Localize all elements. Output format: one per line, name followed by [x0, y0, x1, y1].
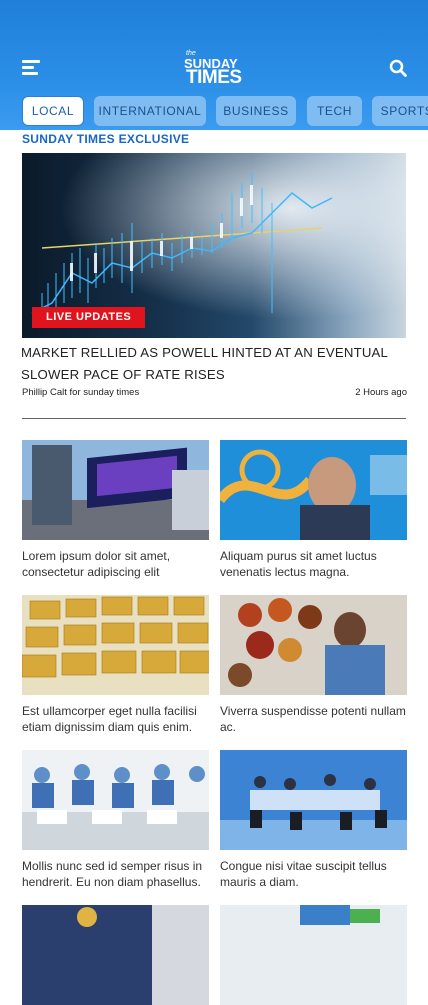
tab-tech[interactable]: TECH [307, 96, 362, 126]
featured-byline: Phillip Calt for sunday times [22, 387, 140, 398]
article-image [220, 595, 407, 695]
featured-time: 2 Hours ago [355, 387, 407, 398]
article-card[interactable]: Congue nisi vitae suscipit tellus mauris… [220, 750, 407, 890]
article-card[interactable]: Aliquam purus sit amet luctus venenatis … [220, 440, 407, 580]
article-card[interactable]: Est ullamcorper eget nulla facilisi etia… [22, 595, 209, 735]
article-card[interactable]: Viverra suspendisse potenti nullam ac. [220, 595, 407, 735]
divider [22, 418, 406, 419]
search-icon[interactable] [389, 59, 407, 77]
tab-business[interactable]: BUSINESS [216, 96, 296, 126]
article-image [22, 595, 209, 695]
article-card[interactable] [220, 905, 407, 1005]
article-card[interactable]: Lorem ipsum dolor sit amet, consectetur … [22, 440, 209, 580]
article-card[interactable] [22, 905, 209, 1005]
app-header: the SUNDAY TIMES LOCAL INTERNATIONAL BUS… [0, 0, 428, 130]
featured-headline[interactable]: MARKET RELLIED AS POWELL HINTED AT AN EV… [21, 342, 406, 386]
article-image [22, 750, 209, 850]
article-image [220, 440, 407, 540]
sunday-times-logo[interactable]: the SUNDAY TIMES [178, 50, 250, 90]
tab-sports[interactable]: SPORTS [372, 96, 428, 126]
article-caption: Mollis nunc sed id semper risus in hendr… [22, 859, 203, 889]
logo-times: TIMES [186, 67, 242, 88]
article-image [220, 750, 407, 850]
category-tabs: LOCAL INTERNATIONAL BUSINESS TECH SPORTS [22, 96, 428, 126]
article-image [22, 905, 209, 1005]
article-image [22, 440, 209, 540]
article-caption: Congue nisi vitae suscipit tellus mauris… [220, 859, 387, 889]
article-caption: Lorem ipsum dolor sit amet, consectetur … [22, 549, 171, 579]
article-caption: Est ullamcorper eget nulla facilisi etia… [22, 704, 197, 734]
article-card[interactable]: Mollis nunc sed id semper risus in hendr… [22, 750, 209, 890]
article-caption: Viverra suspendisse potenti nullam ac. [220, 704, 406, 734]
article-image [220, 905, 407, 1005]
section-label: SUNDAY TIMES EXCLUSIVE [22, 132, 190, 146]
tab-international[interactable]: INTERNATIONAL [94, 96, 206, 126]
live-updates-badge: LIVE UPDATES [32, 307, 146, 328]
tab-local[interactable]: LOCAL [22, 96, 84, 126]
menu-icon[interactable] [22, 60, 40, 76]
article-caption: Aliquam purus sit amet luctus venenatis … [220, 549, 377, 579]
